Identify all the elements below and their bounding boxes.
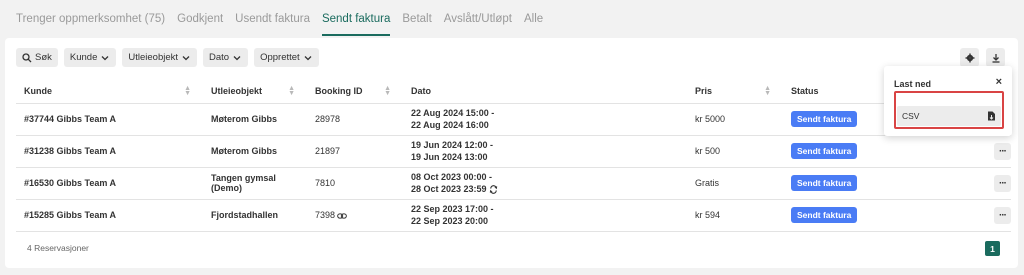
tab-godkjent[interactable]: Godkjent [177,0,223,38]
cell-booking-id: 7810 [307,167,403,200]
file-download-icon [988,111,995,121]
search-icon [22,52,32,62]
gear-icon [965,53,974,62]
tab-sendt-faktura[interactable]: Sendt faktura [321,0,391,38]
column-header-kunde[interactable]: Kunde ▲ ▼ [16,79,203,104]
chevron-down-icon [233,55,241,60]
kunde-filter-label: Kunde [69,52,98,63]
cell-utleieobjekt: Møterom Gibbs [203,103,307,136]
cell-dato: 19 Jun 2024 12:00 -19 Jun 2024 13:00 [403,135,687,168]
tab-usendt-faktura[interactable]: Usendt faktura [235,0,310,38]
column-header-utleieobjekt[interactable]: Utleieobjekt ▲ ▼ [203,79,307,104]
cell-actions: ··· [977,167,1011,200]
tab-trenger-oppmerksomhet[interactable]: Trenger oppmerksomhet (75) [16,0,165,38]
csv-label: CSV [902,111,920,121]
cell-utleieobjekt: Fjordstadhallen [203,199,307,232]
chevron-down-icon [304,55,312,60]
cell-booking-id: 21897 [307,135,403,168]
search-label: Søk [35,52,52,63]
status-badge: Sendt faktura [791,207,858,223]
csv-download-option[interactable]: CSV [897,106,1001,126]
table-header-row: Kunde ▲ ▼ Utleieobjekt ▲ ▼ Booking ID ▲ ▼ Dato… [16,79,1011,104]
cell-actions: ··· [977,135,1011,168]
settings-button[interactable] [960,48,979,67]
cell-pris: kr 5000 [687,103,783,136]
utleieobjekt-filter-label: Utleieobjekt [128,52,179,63]
filter-bar: Søk Kunde Utleieobjekt Dato Opprettet [16,48,319,67]
reservations-card: Søk Kunde Utleieobjekt Dato Opprettet Ku… [5,38,1018,268]
cell-status: Sendt faktura [783,167,977,200]
sort-icon: ▲ ▼ [184,85,191,97]
close-icon[interactable]: × [996,76,1002,88]
cell-booking-id: 28978 [307,103,403,136]
reservation-count: 4 Reservasjoner [27,243,89,253]
cell-pris: kr 594 [687,199,783,232]
opprettet-filter-label: Opprettet [260,52,300,63]
reservations-table: Kunde ▲ ▼ Utleieobjekt ▲ ▼ Booking ID ▲ ▼ Dato… [16,79,1011,232]
more-actions-button[interactable]: ··· [994,206,1011,224]
search-button[interactable]: Søk [16,48,58,67]
more-actions-button[interactable]: ··· [994,142,1011,160]
sort-icon: ▲ ▼ [384,85,391,97]
chevron-down-icon [182,55,190,60]
cell-pris: Gratis [687,167,783,200]
cell-kunde: #16530 Gibbs Team A [16,167,203,200]
table-row[interactable]: #37744 Gibbs Team A Møterom Gibbs 28978 … [16,103,1011,136]
cell-dato: 22 Sep 2023 17:00 -22 Sep 2023 20:00 [403,199,687,232]
sort-icon: ▲ ▼ [764,85,771,97]
cell-kunde: #31238 Gibbs Team A [16,135,203,168]
popover-title: Last ned [894,79,932,89]
status-tabs: Trenger oppmerksomhet (75) Godkjent Usen… [16,0,555,38]
download-button[interactable] [986,48,1005,67]
cell-dato: 08 Oct 2023 00:00 -28 Oct 2023 23:59 [403,167,687,200]
kunde-filter[interactable]: Kunde [63,48,117,67]
column-header-dato[interactable]: Dato [403,79,687,104]
cell-utleieobjekt: Tangen gymsal (Demo) [203,167,307,200]
cell-actions: ··· [977,199,1011,232]
download-icon [992,53,999,63]
link-icon [337,213,347,219]
table-row[interactable]: #15285 Gibbs Team A Fjordstadhallen 7398… [16,199,1011,232]
tab-alle[interactable]: Alle [524,0,543,38]
table-row[interactable]: #16530 Gibbs Team A Tangen gymsal (Demo)… [16,167,1011,200]
cell-booking-id: 7398 [307,199,403,232]
tab-betalt[interactable]: Betalt [402,0,431,38]
opprettet-filter[interactable]: Opprettet [254,48,319,67]
cell-dato: 22 Aug 2024 15:00 -22 Aug 2024 16:00 [403,103,687,136]
status-badge: Sendt faktura [791,111,858,127]
status-badge: Sendt faktura [791,143,858,159]
more-actions-button[interactable]: ··· [994,174,1011,192]
chevron-down-icon [101,55,109,60]
dato-filter[interactable]: Dato [203,48,249,67]
status-badge: Sendt faktura [791,175,858,191]
repeat-icon [489,185,497,194]
dato-filter-label: Dato [209,52,230,63]
tab-avslatt-utlopt[interactable]: Avslått/Utløpt [444,0,512,38]
download-popover: Last ned × CSV [884,66,1012,136]
cell-kunde: #15285 Gibbs Team A [16,199,203,232]
cell-status: Sendt faktura [783,135,977,168]
column-header-pris[interactable]: Pris ▲ ▼ [687,79,783,104]
column-header-booking-id[interactable]: Booking ID ▲ ▼ [307,79,403,104]
pagination-page-button[interactable]: 1 [985,241,1000,256]
cell-kunde: #37744 Gibbs Team A [16,103,203,136]
cell-utleieobjekt: Møterom Gibbs [203,135,307,168]
cell-pris: kr 500 [687,135,783,168]
table-row[interactable]: #31238 Gibbs Team A Møterom Gibbs 21897 … [16,135,1011,168]
sort-icon: ▲ ▼ [288,85,295,97]
cell-status: Sendt faktura [783,199,977,232]
utleieobjekt-filter[interactable]: Utleieobjekt [122,48,198,67]
